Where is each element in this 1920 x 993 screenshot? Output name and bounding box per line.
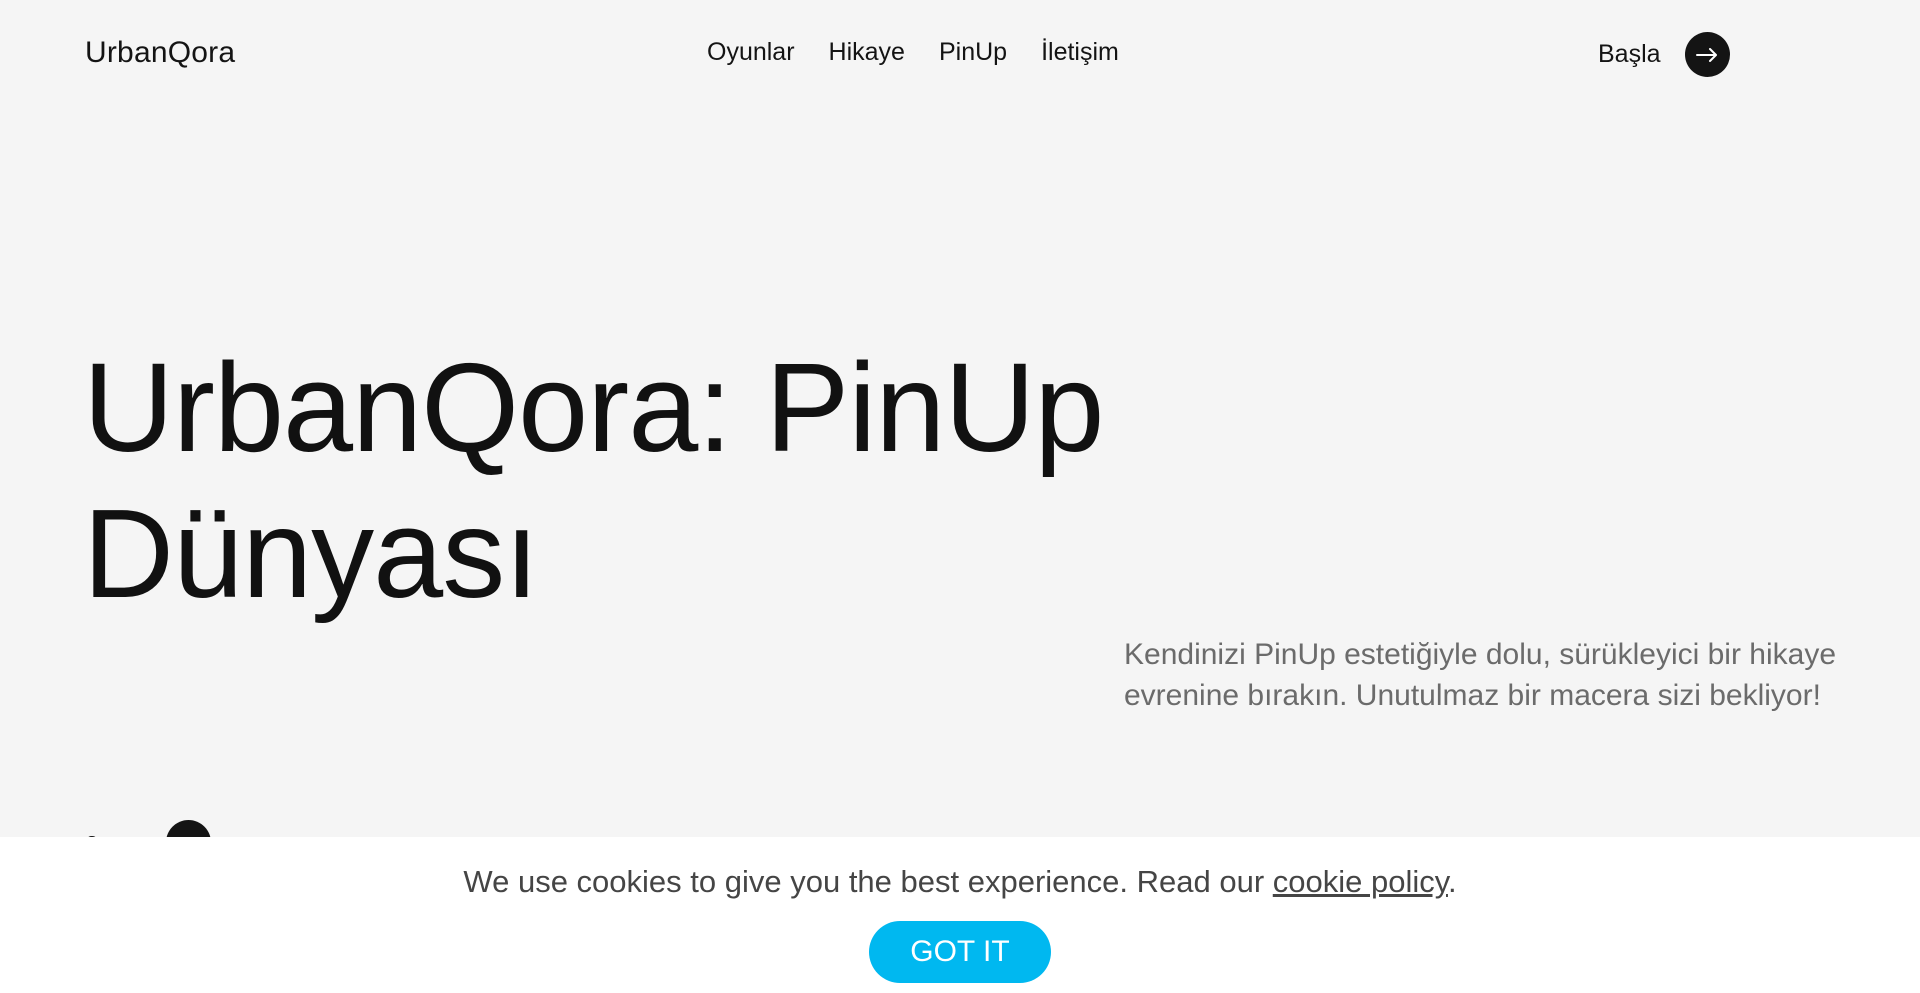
cookie-text-after: . xyxy=(1447,864,1457,899)
cookie-policy-link[interactable]: cookie policy xyxy=(1273,864,1448,899)
site-logo[interactable]: UrbanQora xyxy=(85,36,235,70)
got-it-button[interactable]: GOT IT xyxy=(869,921,1051,983)
nav-item-iletisim[interactable]: İletişim xyxy=(1041,38,1119,67)
hero-title-line-2: Dünyası xyxy=(83,483,539,624)
site-header: UrbanQora Oyunlar Hikaye PinUp İletişim … xyxy=(0,0,1920,110)
cookie-message: We use cookies to give you the best expe… xyxy=(0,864,1920,900)
nav-item-oyunlar[interactable]: Oyunlar xyxy=(707,38,795,67)
hero-title-line-1: UrbanQora: PinUp xyxy=(83,337,1104,478)
main-nav: Oyunlar Hikaye PinUp İletişim xyxy=(707,38,1119,67)
arrow-right-icon[interactable] xyxy=(1684,32,1730,77)
hero-title: UrbanQora: PinUp Dünyası xyxy=(83,335,1183,627)
start-button-label: Başla xyxy=(1598,40,1661,68)
nav-item-pinup[interactable]: PinUp xyxy=(939,38,1007,67)
hero-description: Kendinizi PinUp estetiğiyle dolu, sürükl… xyxy=(1124,638,1837,712)
cookie-text-before: We use cookies to give you the best expe… xyxy=(463,864,1273,899)
nav-item-hikaye[interactable]: Hikaye xyxy=(829,38,905,67)
cookie-banner: We use cookies to give you the best expe… xyxy=(0,837,1920,993)
start-button[interactable]: Başla xyxy=(1598,32,1730,77)
